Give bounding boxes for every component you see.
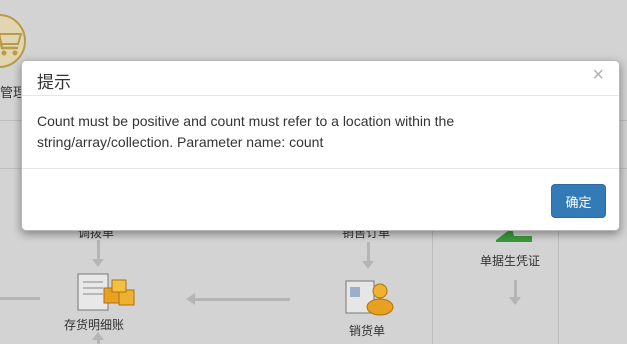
sales-bill-icon[interactable] <box>344 277 396 319</box>
dialog-message-line: Count must be positive and count must re… <box>37 113 455 129</box>
divider <box>558 225 559 344</box>
flow-arrow-head <box>92 259 104 267</box>
divider <box>432 225 433 344</box>
flow-arrow-head <box>92 332 104 340</box>
flow-arrow-head <box>362 261 374 269</box>
node-sales-bill[interactable]: 销货单 <box>349 322 385 339</box>
flow-arrow <box>195 298 290 301</box>
cart-module-icon[interactable] <box>0 14 26 68</box>
close-icon[interactable]: × <box>592 65 604 85</box>
flow-arrow <box>97 240 100 260</box>
alert-dialog: 提示 × Count must be positive and count mu… <box>21 60 620 231</box>
dialog-message-line: string/array/collection. Parameter name:… <box>37 134 324 150</box>
node-voucher-gen[interactable]: 单据生凭证 <box>480 252 540 269</box>
cart-icon <box>0 33 23 56</box>
confirm-button[interactable]: 确定 <box>551 184 606 218</box>
flow-arrow <box>0 297 40 300</box>
flow-arrow-head <box>509 297 521 305</box>
dialog-header: 提示 × <box>22 61 619 96</box>
flow-arrow <box>97 340 100 344</box>
node-inventory-detail[interactable]: 存货明细账 <box>64 316 124 333</box>
inventory-ledger-icon[interactable] <box>76 272 138 314</box>
dialog-body: Count must be positive and count must re… <box>22 96 619 169</box>
flow-arrow <box>514 280 517 298</box>
flow-arrow <box>367 242 370 262</box>
flow-arrow-head <box>186 293 195 305</box>
dialog-footer: 确定 <box>22 169 619 229</box>
dialog-title: 提示 <box>37 73 71 92</box>
